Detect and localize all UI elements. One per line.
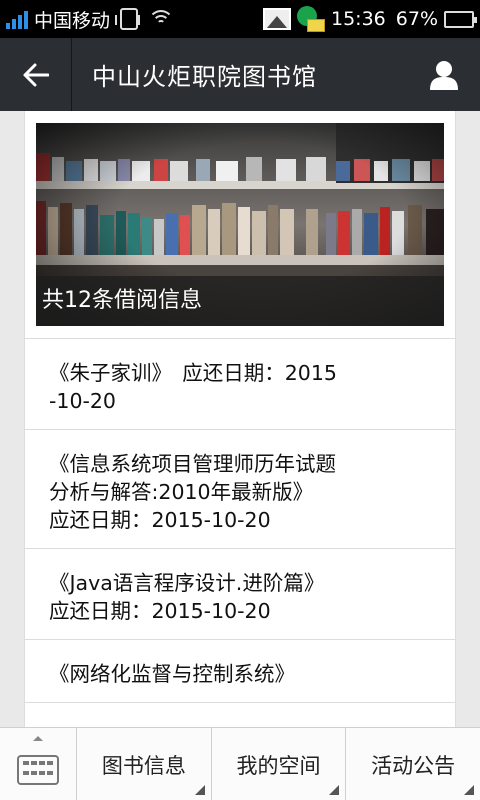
nav-label: 图书信息 xyxy=(101,753,186,778)
battery-percentage: 67% xyxy=(395,8,438,30)
keyboard-icon xyxy=(17,754,59,785)
submenu-indicator-icon xyxy=(329,785,340,795)
loan-list-item[interactable]: 《网络化监督与控制系统》 xyxy=(25,640,455,703)
message-notification-icon xyxy=(297,6,325,32)
carrier-name: 中国移动 xyxy=(34,9,111,32)
page-title: 中山火炬职院图书馆 xyxy=(92,63,317,91)
screen: 中国移动 15:36 67% 中山火炬职院图书馆 共12条借阅信息 《朱子家训》… xyxy=(0,0,480,800)
status-bar: 中国移动 15:36 67% xyxy=(0,0,480,38)
gallery-notification-icon xyxy=(263,8,291,30)
submenu-indicator-icon xyxy=(194,785,205,795)
loan-list-item[interactable]: 《Java语言程序设计.进阶篇》 应还日期：2015-10-20 xyxy=(25,549,455,640)
submenu-indicator-icon xyxy=(464,785,475,795)
nav-label: 我的空间 xyxy=(236,753,321,778)
nav-label: 活动公告 xyxy=(371,753,456,778)
nav-book-info[interactable]: 图书信息 xyxy=(77,728,212,800)
clock: 15:36 xyxy=(331,8,386,30)
loan-list: 《朱子家训》 应还日期：2015-10-20 《信息系统项目管理师历年试题分析与解… xyxy=(25,339,455,703)
library-banner: 共12条借阅信息 xyxy=(36,123,444,326)
title-bar: 中山火炬职院图书馆 xyxy=(0,38,480,111)
loan-list-item[interactable]: 《朱子家训》 应还日期：2015-10-20 xyxy=(25,339,455,430)
keyboard-toggle-button[interactable] xyxy=(0,728,77,800)
back-arrow-icon xyxy=(23,63,49,86)
nav-my-space[interactable]: 我的空间 xyxy=(212,728,347,800)
user-icon xyxy=(430,60,458,90)
vibrate-icon xyxy=(115,8,141,30)
chevron-up-icon xyxy=(33,736,43,741)
nav-announcements[interactable]: 活动公告 xyxy=(346,728,480,800)
bottom-nav: 图书信息 我的空间 活动公告 xyxy=(0,727,480,800)
battery-icon xyxy=(444,10,477,28)
back-button[interactable] xyxy=(0,38,72,111)
loan-list-item[interactable]: 《信息系统项目管理师历年试题分析与解答:2010年最新版》 应还日期：2015-… xyxy=(25,430,455,549)
content-area[interactable]: 共12条借阅信息 《朱子家训》 应还日期：2015-10-20 《信息系统项目管理… xyxy=(24,111,456,727)
loan-count-caption: 共12条借阅信息 xyxy=(36,276,444,326)
profile-button[interactable] xyxy=(408,38,480,111)
signal-icon xyxy=(6,9,28,29)
wifi-icon xyxy=(148,8,175,30)
